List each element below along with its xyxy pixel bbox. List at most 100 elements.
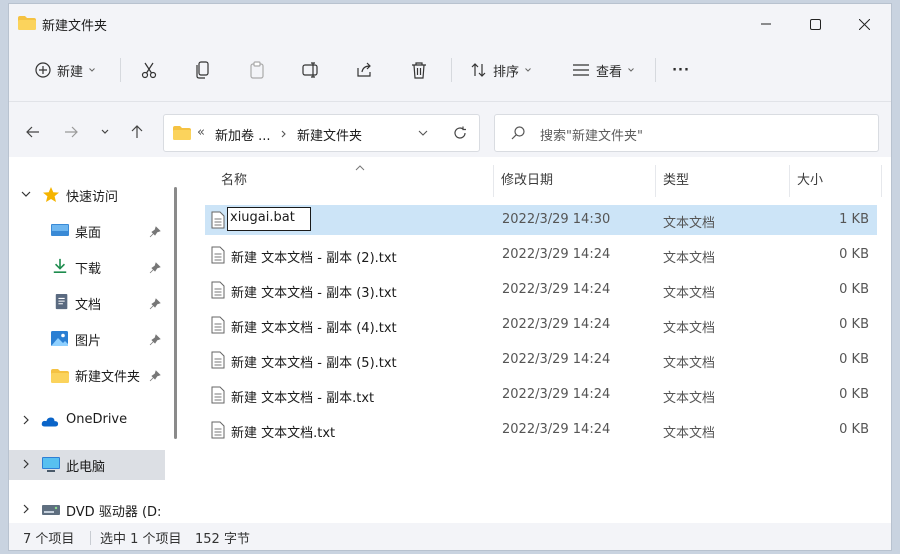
cut-button[interactable] (133, 52, 165, 88)
copy-button[interactable] (187, 52, 219, 88)
minimize-button[interactable] (743, 4, 789, 44)
toolbar-separator (451, 58, 452, 82)
file-type: 文本文档 (663, 356, 716, 371)
column-separator[interactable] (881, 165, 882, 197)
file-size: 0 KB (839, 317, 869, 332)
table-row[interactable]: 新建 文本文档 - 副本 (2).txt 2022/3/29 14:24 文本文… (205, 240, 877, 270)
picture-icon (51, 331, 68, 346)
new-label: 新建 (56, 64, 83, 80)
pin-icon (149, 370, 161, 382)
share-button[interactable] (349, 52, 381, 88)
maximize-icon (809, 18, 821, 30)
chevron-right-icon[interactable] (21, 504, 31, 514)
file-size: 0 KB (839, 422, 869, 437)
chevron-right-icon[interactable] (21, 459, 31, 469)
sidebar-item-pictures[interactable]: 图片 (9, 324, 173, 354)
minimize-icon (761, 23, 771, 25)
folder-icon (18, 16, 36, 30)
recent-locations-button[interactable] (93, 120, 117, 144)
desktop-icon (51, 224, 69, 236)
clipboard-icon (250, 61, 264, 79)
maximize-button[interactable] (792, 4, 838, 44)
chevron-right-icon (281, 130, 286, 138)
more-options-button[interactable]: ··· (665, 52, 697, 88)
download-icon (53, 258, 67, 274)
sidebar-item-quick-access[interactable]: 快速访问 (9, 180, 173, 210)
chevron-down-icon[interactable] (418, 130, 428, 137)
file-name: 新建 文本文档 - 副本 (5).txt (231, 356, 397, 371)
breadcrumb-segment[interactable]: 新加卷 ... (215, 125, 271, 144)
paste-button[interactable] (241, 52, 273, 88)
trash-icon (412, 62, 426, 79)
arrow-right-icon (65, 126, 78, 138)
sidebar-item-new-folder[interactable]: 新建文件夹 (9, 360, 173, 390)
table-row[interactable]: 新建 文本文档 - 副本 (3).txt 2022/3/29 14:24 文本文… (205, 275, 877, 305)
up-button[interactable] (125, 120, 149, 144)
breadcrumb-overflow[interactable]: « (197, 125, 205, 140)
file-date: 2022/3/29 14:24 (502, 422, 611, 437)
breadcrumb-segment[interactable]: 新建文件夹 (297, 125, 362, 144)
column-header-date[interactable]: 修改日期 (501, 169, 553, 197)
file-name: 新建 文本文档 - 副本 (2).txt (231, 251, 397, 266)
address-bar[interactable]: « 新加卷 ... 新建文件夹 (163, 114, 480, 152)
sidebar-scrollbar[interactable] (174, 187, 177, 439)
column-separator[interactable] (655, 165, 656, 197)
view-button[interactable]: 查看 (563, 52, 643, 88)
sidebar-item-downloads[interactable]: 下载 (9, 252, 173, 282)
text-file-icon (211, 421, 225, 439)
sidebar-item-onedrive[interactable]: OneDrive (9, 406, 173, 436)
more-label: ··· (672, 62, 690, 78)
column-header-size[interactable]: 大小 (797, 169, 823, 197)
new-button[interactable]: 新建 (23, 52, 107, 88)
table-row[interactable]: 新建 文本文档 - 副本 (4).txt 2022/3/29 14:24 文本文… (205, 310, 877, 340)
sidebar-item-label: OneDrive (66, 412, 128, 427)
chevron-down-icon (89, 68, 95, 72)
view-label: 查看 (595, 64, 622, 80)
sidebar-item-desktop[interactable]: 桌面 (9, 216, 173, 246)
file-date: 2022/3/29 14:24 (502, 282, 611, 297)
arrow-up-icon (131, 125, 143, 138)
table-row[interactable]: 新建 文本文档.txt 2022/3/29 14:24 文本文档 0 KB (205, 415, 877, 445)
sidebar-item-label: 新建文件夹 (75, 370, 141, 385)
search-box[interactable]: 搜索"新建文件夹" (494, 114, 879, 152)
chevron-down-icon[interactable] (21, 189, 31, 199)
pin-icon (149, 334, 161, 346)
rename-button[interactable] (295, 52, 327, 88)
column-separator[interactable] (493, 165, 494, 197)
rename-input[interactable]: xiugai.bat (227, 207, 311, 231)
delete-button[interactable] (403, 52, 435, 88)
sidebar-item-this-pc[interactable]: 此电脑 (9, 450, 165, 480)
navigation-pane: 快速访问 桌面 下载 文档 图片 新建文件夹 OneDrive 此电脑 DVD … (9, 157, 177, 523)
table-row[interactable]: 新建 文本文档 - 副本.txt 2022/3/29 14:24 文本文档 0 … (205, 380, 877, 410)
sidebar-item-label: DVD 驱动器 (D: (66, 505, 162, 520)
back-button[interactable] (21, 120, 45, 144)
column-separator[interactable] (789, 165, 790, 197)
sidebar-item-dvd-drive[interactable]: DVD 驱动器 (D: (9, 495, 173, 525)
sidebar-item-label: 文档 (75, 298, 102, 313)
close-button[interactable] (841, 4, 887, 44)
column-header-type[interactable]: 类型 (663, 169, 689, 197)
sort-button[interactable]: 排序 (463, 52, 539, 88)
file-size: 1 KB (839, 212, 869, 227)
column-header-name[interactable]: 名称 (221, 169, 247, 197)
text-file-icon (211, 386, 225, 404)
chevron-right-icon[interactable] (21, 415, 31, 425)
dvd-drive-icon (42, 505, 60, 515)
file-name: 新建 文本文档 - 副本 (4).txt (231, 321, 397, 336)
search-input[interactable]: 搜索"新建文件夹" (540, 125, 643, 144)
pin-icon (149, 262, 161, 274)
forward-button[interactable] (59, 120, 83, 144)
sidebar-item-documents[interactable]: 文档 (9, 288, 173, 318)
file-size: 0 KB (839, 387, 869, 402)
file-date: 2022/3/29 14:24 (502, 387, 611, 402)
file-name: 新建 文本文档.txt (231, 426, 336, 441)
refresh-icon[interactable] (453, 126, 467, 140)
text-file-icon (211, 211, 225, 229)
copy-icon (196, 61, 209, 79)
sidebar-item-label: 快速访问 (66, 190, 119, 205)
pin-icon (149, 298, 161, 310)
table-row[interactable]: xiugai.bat 2022/3/29 14:30 文本文档 1 KB (205, 205, 877, 235)
sidebar-item-label: 桌面 (75, 226, 102, 241)
table-row[interactable]: 新建 文本文档 - 副本 (5).txt 2022/3/29 14:24 文本文… (205, 345, 877, 375)
status-size: 152 字节 (195, 532, 250, 547)
